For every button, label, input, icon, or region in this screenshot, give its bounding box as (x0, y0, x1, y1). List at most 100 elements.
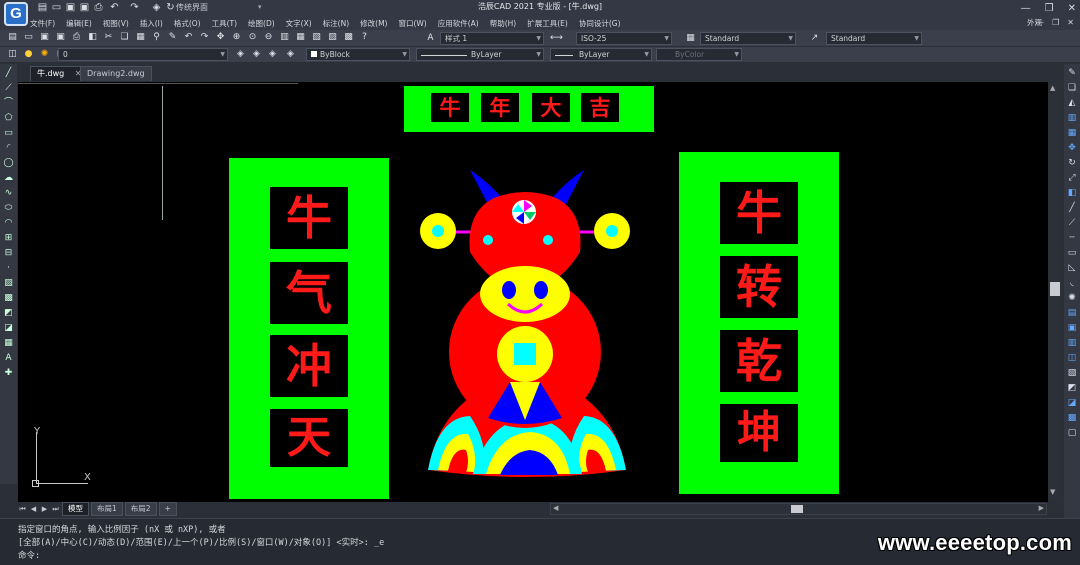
menu-collaboration[interactable]: 协同设计(G) (579, 18, 621, 29)
close-button[interactable]: ✕ (1068, 3, 1076, 14)
scroll-down-icon[interactable]: ▼ (1050, 488, 1055, 496)
layer-select[interactable]: 0 ▼ (58, 48, 228, 61)
scroll-left-icon[interactable]: ◀ (553, 504, 558, 512)
fillet-icon[interactable]: ◟ (1066, 277, 1078, 289)
match-icon[interactable]: ⚲ (150, 31, 163, 44)
menu-dimension[interactable]: 标注(N) (323, 18, 349, 29)
tab-layout2[interactable]: 布局2 (124, 502, 157, 516)
zoom-realtime-icon[interactable]: ⊕ (230, 31, 243, 44)
scroll-up-icon[interactable]: ▲ (1050, 84, 1055, 92)
lineweight-select[interactable]: ByLayer ▼ (550, 48, 652, 61)
command-prompt[interactable]: 命令: (18, 549, 40, 561)
line-icon[interactable]: ╱ (3, 67, 15, 79)
align-icon[interactable]: ▣ (1066, 322, 1078, 334)
arc-icon[interactable]: ◜ (3, 142, 15, 154)
menu-extensions[interactable]: 扩展工具(E) (527, 18, 568, 29)
tool-palette-icon[interactable]: ▧ (310, 31, 323, 44)
layer-on-icon[interactable]: ● (22, 48, 35, 61)
menu-window[interactable]: 窗口(W) (398, 18, 426, 29)
menu-insert[interactable]: 插入(I) (140, 18, 163, 29)
save-icon[interactable]: ▣ (38, 31, 51, 44)
open-icon[interactable]: ▭ (22, 31, 35, 44)
region-icon[interactable]: ◩ (3, 307, 15, 319)
properties-icon[interactable]: ▥ (278, 31, 291, 44)
break-icon[interactable]: ╌ (1066, 232, 1078, 244)
menu-view[interactable]: 视图(V) (103, 18, 129, 29)
save-as-icon[interactable]: ▣ (54, 31, 67, 44)
lengthen-icon[interactable]: ▤ (1066, 307, 1078, 319)
ellipse-arc-icon[interactable]: ◠ (3, 217, 15, 229)
trim-icon[interactable]: ╱ (1066, 202, 1078, 214)
scale-icon[interactable]: ⤢ (1066, 172, 1078, 184)
add-selected-icon[interactable]: ✚ (3, 367, 15, 379)
gradient-icon[interactable]: ▩ (3, 292, 15, 304)
polyline-icon[interactable]: ⌒ (3, 97, 15, 109)
drawing-canvas[interactable]: 牛 年 大 吉 牛 气 冲 天 牛 转 乾 坤 Y X (18, 82, 1048, 502)
dim-style-select[interactable]: ISO-25 ▼ (576, 32, 672, 45)
print-icon[interactable]: ⎙ (70, 31, 83, 44)
cut-icon[interactable]: ✂ (102, 31, 115, 44)
draworder-icon[interactable]: ▩ (1066, 412, 1078, 424)
explode-icon[interactable]: ✺ (1066, 292, 1078, 304)
table-icon[interactable]: ▦ (3, 337, 15, 349)
hatch-icon[interactable]: ▨ (3, 277, 15, 289)
plotstyle-select[interactable]: ByColor ▼ (656, 48, 742, 61)
edit-polyline-icon[interactable]: ▥ (1066, 337, 1078, 349)
array-icon[interactable]: ▦ (1066, 127, 1078, 139)
menu-text[interactable]: 文字(X) (286, 18, 312, 29)
point-icon[interactable]: · (3, 262, 15, 274)
quick-select-icon[interactable]: ◪ (1066, 397, 1078, 409)
layer-iso-icon[interactable]: ◈ (266, 48, 279, 61)
color-select[interactable]: ByBlock ▼ (306, 48, 410, 61)
tab-model[interactable]: 模型 (62, 502, 89, 516)
spline-icon[interactable]: ∿ (3, 187, 15, 199)
add-layout-button[interactable]: + (158, 502, 177, 516)
copy-icon[interactable]: ❏ (118, 31, 131, 44)
make-block-icon[interactable]: ⊟ (3, 247, 15, 259)
scroll-right-icon[interactable]: ▶ (1039, 504, 1044, 512)
maximize-button[interactable]: ❐ (1045, 3, 1054, 14)
preview-icon[interactable]: ◧ (86, 31, 99, 44)
minimize-button[interactable]: — (1021, 3, 1031, 14)
mtext-icon[interactable]: A (3, 352, 15, 364)
horizontal-scroll-thumb[interactable] (791, 505, 803, 513)
menu-edit[interactable]: 编辑(E) (66, 18, 92, 29)
app-logo[interactable]: G (4, 2, 28, 26)
prev-layout-icon[interactable]: ◀ (29, 505, 38, 513)
menu-apps[interactable]: 应用软件(A) (438, 18, 479, 29)
insert-block-icon[interactable]: ⊞ (3, 232, 15, 244)
vertical-scroll-thumb[interactable] (1050, 282, 1060, 296)
text-style-select[interactable]: 样式 1 ▼ (440, 32, 544, 45)
match-properties-icon[interactable]: ▧ (1066, 367, 1078, 379)
ox-drawing[interactable] (18, 82, 1048, 502)
brush-icon[interactable]: ✎ (166, 31, 179, 44)
doc-restore-button[interactable]: ❐ (1052, 16, 1059, 30)
help-icon[interactable]: ? (358, 31, 371, 44)
next-layout-icon[interactable]: ▶ (40, 505, 49, 513)
redo-icon[interactable]: ↷ (198, 31, 211, 44)
copy-object-icon[interactable]: ❏ (1066, 82, 1078, 94)
horizontal-scrollbar[interactable]: ◀ ▶ (550, 503, 1047, 515)
chamfer-icon[interactable]: ◺ (1066, 262, 1078, 274)
tab-layout1[interactable]: 布局1 (91, 502, 123, 516)
tab-drawing2-dwg[interactable]: Drawing2.dwg (80, 66, 152, 81)
new-icon[interactable]: ▤ (6, 31, 19, 44)
zoom-prev-icon[interactable]: ⊖ (262, 31, 275, 44)
measure-icon[interactable]: ▢ (1066, 427, 1078, 439)
paste-icon[interactable]: ▦ (134, 31, 147, 44)
rectangle-icon[interactable]: ▭ (3, 127, 15, 139)
calculator-icon[interactable]: ▨ (326, 31, 339, 44)
ellipse-icon[interactable]: ⬭ (3, 202, 15, 214)
layer-state-icon[interactable]: ◈ (234, 48, 247, 61)
layer-previous-icon[interactable]: ◈ (250, 48, 263, 61)
mirror-icon[interactable]: ◭ (1066, 97, 1078, 109)
move-icon[interactable]: ✥ (1066, 142, 1078, 154)
wipeout-icon[interactable]: ◪ (3, 322, 15, 334)
linetype-select[interactable]: ByLayer ▼ (416, 48, 544, 61)
markup-icon[interactable]: ▩ (342, 31, 355, 44)
layer-sun-icon[interactable]: ✺ (38, 48, 51, 61)
construction-line-icon[interactable]: ⟋ (3, 82, 15, 94)
menu-tools[interactable]: 工具(T) (212, 18, 237, 29)
doc-close-button[interactable]: ✕ (1067, 16, 1074, 30)
vertical-scrollbar[interactable]: ▲ ▼ (1048, 82, 1062, 502)
